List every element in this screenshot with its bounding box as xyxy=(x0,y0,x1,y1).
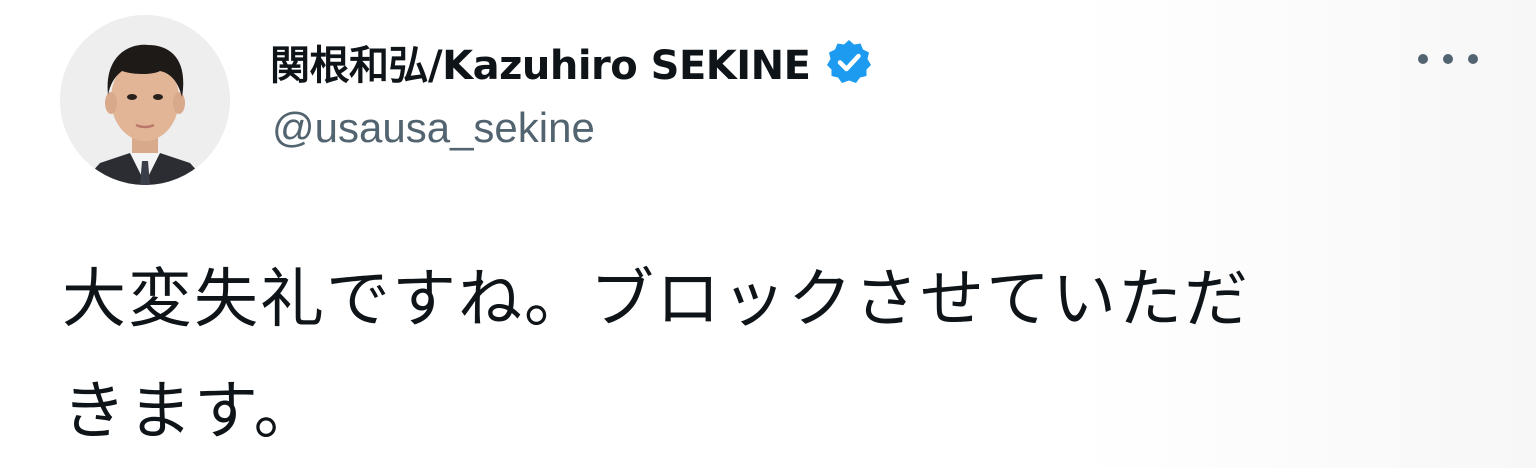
tweet-card: 関根和弘/Kazuhiro SEKINE @usausa_sekine 大変失礼… xyxy=(0,0,1536,468)
avatar[interactable] xyxy=(60,15,230,185)
avatar-photo xyxy=(60,15,230,185)
verified-badge-icon xyxy=(826,40,871,83)
tweet-text: 大変失礼ですね。ブロックさせていただ きます。 xyxy=(62,244,1462,468)
author-display-name[interactable]: 関根和弘/Kazuhiro SEKINE xyxy=(270,33,811,91)
author-name-row: 関根和弘/Kazuhiro SEKINE xyxy=(270,30,873,94)
tweet-text-line: 大変失礼ですね。ブロックさせていただ xyxy=(62,263,1250,337)
more-dot xyxy=(1418,54,1428,64)
more-dot xyxy=(1443,54,1453,64)
more-options-icon[interactable] xyxy=(1418,46,1478,72)
author-handle[interactable]: @usausa_sekine xyxy=(272,104,595,152)
more-dot xyxy=(1468,54,1478,64)
tweet-text-line: きます。 xyxy=(62,375,320,449)
